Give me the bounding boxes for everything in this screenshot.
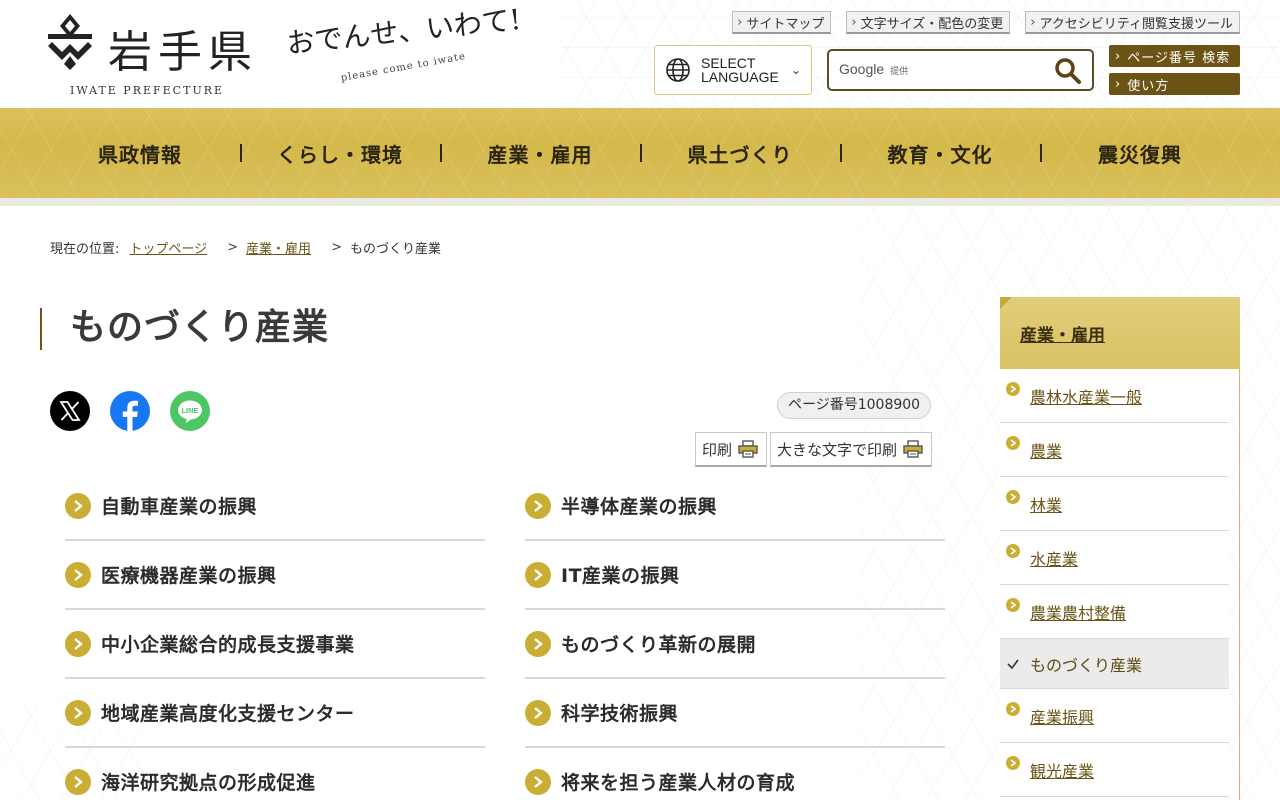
x-logo-icon <box>50 391 90 431</box>
logo-subtitle: IWATE PREFECTURE <box>70 84 225 97</box>
link-jidosha[interactable]: 自動車産業の振興 <box>65 472 485 541</box>
link-handotai[interactable]: 半導体産業の振興 <box>525 472 945 541</box>
sidebar-item-sangyo-shinko[interactable]: 産業振興 <box>1000 689 1229 743</box>
chevron-right-icon <box>65 768 91 795</box>
utility-links: › サイトマップ › 文字サイズ・配色の変更 › アクセシビリティ閲覧支援ツール <box>732 11 1240 34</box>
line-logo-icon: LINE <box>170 391 210 431</box>
link-jinzai[interactable]: 将来を担う産業人材の育成 <box>525 748 945 800</box>
print-button[interactable]: 印刷 <box>695 432 768 467</box>
share-line-button[interactable]: LINE <box>170 391 210 431</box>
sidebar-item-monozukuri[interactable]: ものづくり産業 <box>1000 639 1229 689</box>
svg-text:LINE: LINE <box>181 406 198 415</box>
site-logo[interactable]: 岩手県 IWATE PREFECTURE <box>40 12 280 102</box>
sidebar-item-nogyo[interactable]: 農業 <box>1000 423 1229 477</box>
chevron-right-icon: › <box>1115 76 1122 92</box>
breadcrumb-sangyo[interactable]: 産業・雇用 <box>246 238 311 257</box>
breadcrumb-separator: > <box>331 240 342 255</box>
sidebar-item-suisan[interactable]: 水産業 <box>1000 531 1229 585</box>
link-kagaku[interactable]: 科学技術振興 <box>525 679 945 748</box>
large-print-button[interactable]: 大きな文字で印刷 <box>770 432 933 467</box>
chevron-right-icon <box>525 492 551 519</box>
sidebar-item-noson[interactable]: 農業農村整備 <box>1000 585 1229 639</box>
chevron-right-icon <box>65 630 91 657</box>
link-kaiyo[interactable]: 海洋研究拠点の形成促進 <box>65 748 485 800</box>
sidebar-item-norin[interactable]: 農林水産業一般 <box>1000 369 1229 423</box>
checkmark-icon <box>1007 659 1019 669</box>
nav-item-kurashi[interactable]: くらし・環境 <box>240 108 440 198</box>
site-header: 岩手県 IWATE PREFECTURE おでんせ、いわて! please co… <box>0 0 1280 108</box>
link-chiiki-center[interactable]: 地域産業高度化支援センター <box>65 679 485 748</box>
chevron-right-icon: › <box>737 14 743 30</box>
printer-icon <box>738 440 758 458</box>
tagline-sub: please come to iwate <box>340 51 467 84</box>
chevron-right-icon: › <box>1115 48 1122 64</box>
sidebar-item-ringyo[interactable]: 林業 <box>1000 477 1229 531</box>
chevron-right-icon <box>65 492 91 519</box>
accessibility-tool-link[interactable]: › アクセシビリティ閲覧支援ツール <box>1025 11 1240 34</box>
text-size-color-link[interactable]: › 文字サイズ・配色の変更 <box>846 11 1011 34</box>
nav-divider <box>0 198 1280 206</box>
sidebar: 産業・雇用 農林水産業一般 農業 林業 水産業 農業農村整備 ものづくり産業 産… <box>1000 297 1240 800</box>
chevron-right-icon <box>525 699 551 726</box>
sidebar-list: 農林水産業一般 農業 林業 水産業 農業農村整備 ものづくり産業 産業振興 観光… <box>1000 369 1229 797</box>
link-it[interactable]: IT産業の振興 <box>525 541 945 610</box>
chevron-right-icon <box>525 561 551 588</box>
sidebar-heading: 産業・雇用 <box>1000 297 1240 369</box>
share-buttons: LINE <box>50 391 210 431</box>
language-select-label: SELECT LANGUAGE <box>701 55 779 85</box>
breadcrumb-prefix: 現在の位置: <box>50 242 120 257</box>
breadcrumb-top[interactable]: トップページ <box>129 238 207 257</box>
facebook-logo-icon <box>110 391 150 431</box>
chevron-right-icon <box>1006 755 1020 770</box>
chevron-right-icon <box>525 768 551 795</box>
link-monozukuri-kakushin[interactable]: ものづくり革新の展開 <box>525 610 945 679</box>
search-button[interactable] <box>1054 57 1082 85</box>
chevron-right-icon: › <box>1030 14 1036 30</box>
chevron-right-icon <box>1006 435 1020 450</box>
search-input[interactable] <box>837 57 1047 83</box>
breadcrumb-current: ものづくり産業 <box>349 242 441 257</box>
search-icon <box>1055 58 1081 84</box>
chevron-right-icon <box>1006 489 1020 504</box>
chevron-right-icon <box>1006 543 1020 558</box>
page-number-badge: ページ番号1008900 <box>777 392 932 419</box>
sitemap-link[interactable]: › サイトマップ <box>732 11 832 34</box>
sidebar-item-kanko[interactable]: 観光産業 <box>1000 743 1229 797</box>
logo-wordmark: 岩手県 <box>108 27 258 78</box>
global-nav-list: 県政情報 くらし・環境 産業・雇用 県土づくり 教育・文化 震災復興 <box>40 108 1240 198</box>
usage-button[interactable]: › 使い方 <box>1109 73 1240 95</box>
nav-item-sangyo[interactable]: 産業・雇用 <box>440 108 640 198</box>
global-nav: 県政情報 くらし・環境 産業・雇用 県土づくり 教育・文化 震災復興 <box>0 108 1280 198</box>
sidebar-heading-link[interactable]: 産業・雇用 <box>1020 321 1105 346</box>
globe-icon <box>666 58 690 82</box>
page-number-search-button[interactable]: › ページ番号 検索 <box>1109 45 1240 67</box>
chevron-down-icon: ⌄ <box>790 63 801 77</box>
share-x-button[interactable] <box>50 391 90 431</box>
chevron-right-icon <box>1006 701 1020 716</box>
chevron-right-icon: › <box>851 14 857 30</box>
nav-item-shinsai[interactable]: 震災復興 <box>1040 108 1240 198</box>
chevron-right-icon <box>65 699 91 726</box>
chevron-right-icon <box>65 561 91 588</box>
breadcrumb: 現在の位置: トップページ > 産業・雇用 > ものづくり産業 <box>50 238 441 257</box>
tagline: おでんせ、いわて! <box>285 2 523 61</box>
nav-item-kensei[interactable]: 県政情報 <box>40 108 240 198</box>
chevron-right-icon <box>1006 381 1020 396</box>
share-facebook-button[interactable] <box>110 391 150 431</box>
chevron-right-icon <box>1006 597 1020 612</box>
page-title: ものづくり産業 <box>40 308 329 350</box>
link-chusho[interactable]: 中小企業総合的成長支援事業 <box>65 610 485 679</box>
breadcrumb-separator: > <box>227 240 239 255</box>
language-select[interactable]: SELECT LANGUAGE ⌄ <box>654 45 812 95</box>
printer-icon <box>903 440 923 458</box>
link-iryokiki[interactable]: 医療機器産業の振興 <box>65 541 485 610</box>
chevron-right-icon <box>525 630 551 657</box>
site-search: Google 提供 <box>827 49 1094 91</box>
nav-item-kendo[interactable]: 県土づくり <box>640 108 840 198</box>
nav-item-kyoiku[interactable]: 教育・文化 <box>840 108 1040 198</box>
prefecture-emblem-icon <box>48 14 92 70</box>
